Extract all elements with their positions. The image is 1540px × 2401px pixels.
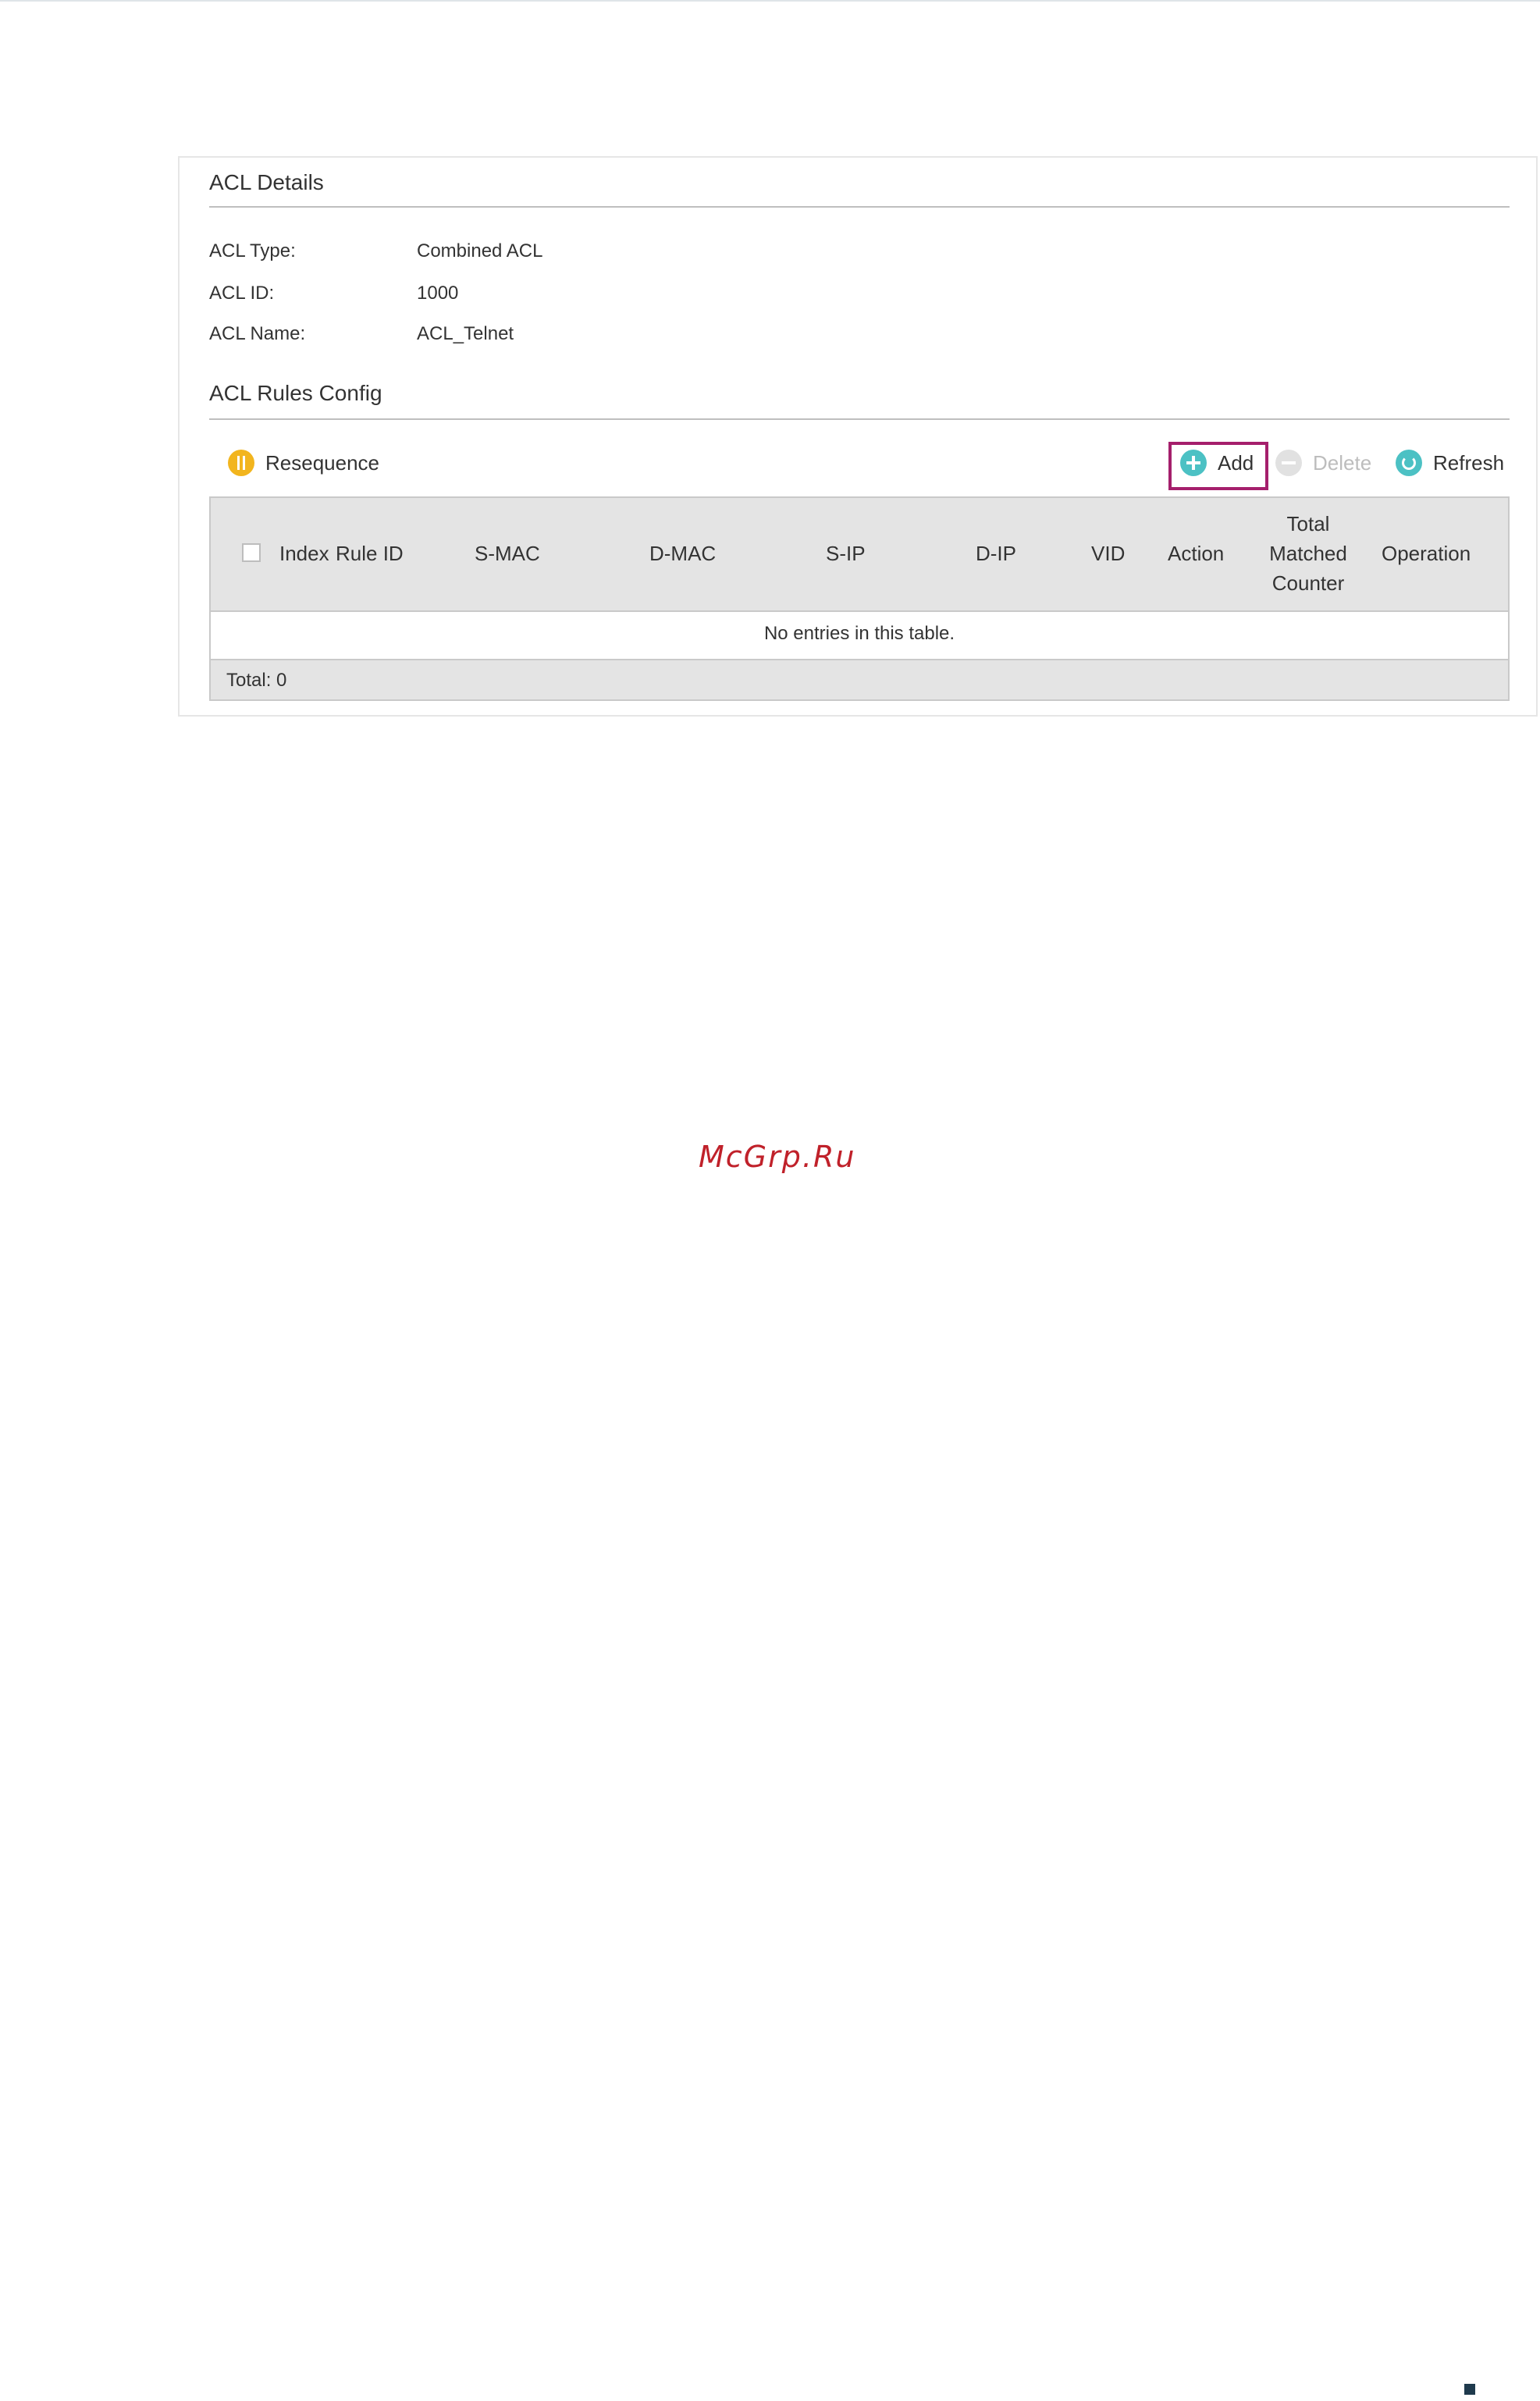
acl-id-label: ACL ID: bbox=[209, 283, 275, 304]
select-all-checkbox[interactable] bbox=[242, 543, 261, 562]
column-header-line: Matched bbox=[1269, 542, 1347, 565]
column-header-rule-id: Rule ID bbox=[336, 542, 404, 565]
delete-button[interactable]: Delete bbox=[1275, 450, 1371, 476]
acl-id-value: 1000 bbox=[417, 283, 459, 304]
refresh-button[interactable]: Refresh bbox=[1396, 450, 1504, 476]
acl-name-label: ACL Name: bbox=[209, 323, 306, 344]
corner-mark bbox=[1464, 2384, 1475, 2395]
section-title-acl-rules-config: ACL Rules Config bbox=[209, 381, 382, 405]
total-count: Total: 0 bbox=[226, 670, 287, 691]
column-header-action: Action bbox=[1168, 542, 1225, 565]
empty-message: No entries in this table. bbox=[763, 623, 955, 644]
column-header-d-ip: D-IP bbox=[976, 542, 1016, 565]
column-header-index: Index bbox=[279, 542, 329, 565]
column-header-s-mac: S-MAC bbox=[475, 542, 540, 565]
resequence-label: Resequence bbox=[265, 450, 379, 475]
table-header: Index Rule ID S-MAC D-MAC S-IP D-IP VID … bbox=[211, 498, 1508, 612]
add-highlight-box bbox=[1168, 442, 1268, 490]
column-header-d-mac: D-MAC bbox=[649, 542, 717, 565]
top-rule bbox=[0, 0, 1540, 2]
column-header-line: Counter bbox=[1271, 571, 1345, 595]
column-header-operation: Operation bbox=[1382, 542, 1471, 565]
column-header-total-matched-counter: Total Matched Counter bbox=[1254, 509, 1363, 598]
column-header-vid: VID bbox=[1091, 542, 1126, 565]
section-divider bbox=[209, 418, 1510, 420]
refresh-label: Refresh bbox=[1433, 450, 1505, 475]
delete-icon bbox=[1275, 450, 1302, 476]
acl-details-panel: ACL Details ACL Type: Combined ACL ACL I… bbox=[178, 156, 1538, 717]
section-title-acl-details: ACL Details bbox=[209, 170, 324, 194]
column-header-s-ip: S-IP bbox=[826, 542, 866, 565]
column-header-line: Total bbox=[1286, 512, 1330, 535]
table-footer: Total: 0 bbox=[211, 660, 1508, 699]
acl-rules-table: Index Rule ID S-MAC D-MAC S-IP D-IP VID … bbox=[209, 496, 1510, 701]
refresh-icon bbox=[1396, 450, 1422, 476]
acl-type-value: Combined ACL bbox=[417, 240, 543, 261]
acl-type-label: ACL Type: bbox=[209, 240, 296, 261]
section-divider bbox=[209, 206, 1510, 208]
table-empty-row: No entries in this table. bbox=[211, 612, 1508, 660]
resequence-button[interactable]: Resequence bbox=[228, 450, 379, 476]
resequence-icon bbox=[228, 450, 254, 476]
acl-name-value: ACL_Telnet bbox=[417, 323, 514, 344]
watermark: McGrp.Ru bbox=[699, 1140, 856, 1174]
delete-label: Delete bbox=[1313, 450, 1372, 475]
